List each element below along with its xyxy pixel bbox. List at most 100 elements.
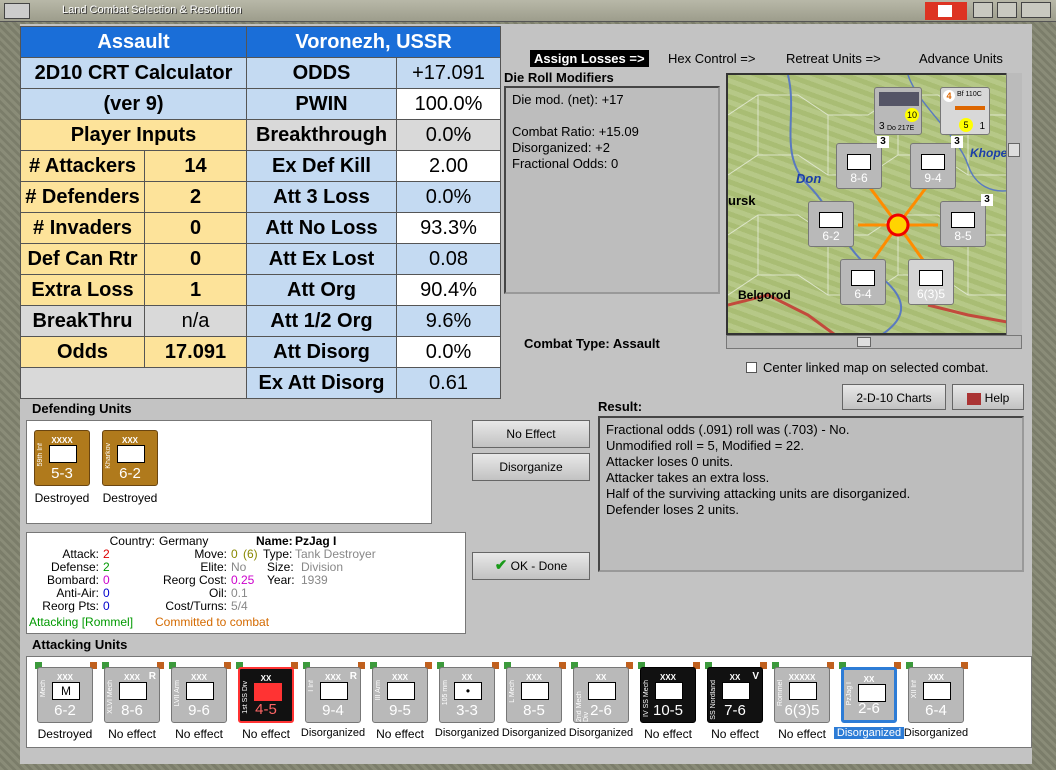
unit-status: No effect: [376, 727, 424, 741]
unit-status: No effect: [242, 727, 290, 741]
charts-button[interactable]: 2-D-10 Charts: [842, 384, 946, 410]
row-label: Ex Def Kill: [246, 150, 397, 182]
attacking-unit[interactable]: XXX III Arm 9-5: [372, 667, 428, 723]
row-value: 0.0%: [396, 181, 501, 213]
reorgpts-label: Reorg Pts:: [42, 599, 99, 613]
unit-status: No effect: [711, 727, 759, 741]
unit-name: XII Inf: [911, 680, 918, 699]
map-unit[interactable]: 6-4: [840, 259, 886, 305]
stack-count: 3: [877, 136, 889, 148]
attacking-unit[interactable]: XXX L Mech 8-5: [506, 667, 562, 723]
row-value: 0.0%: [396, 119, 501, 151]
row-value: n/a: [144, 305, 247, 337]
row-value: 0: [144, 243, 247, 275]
attacking-unit[interactable]: XXX I Inf R 9-4: [305, 667, 361, 723]
row-label: Def Can Rtr: [20, 243, 145, 275]
map-unit[interactable]: 6(3)5: [908, 259, 954, 305]
row-label: BreakThru: [20, 305, 145, 337]
ok-done-button[interactable]: ✔ OK - Done: [472, 552, 590, 580]
scroll-thumb[interactable]: [1008, 143, 1020, 157]
unit-symbol-icon: [387, 682, 415, 700]
combat-type-value: Assault: [612, 336, 660, 351]
map-unit[interactable]: 8-6 3: [836, 136, 889, 189]
maximize-icon[interactable]: [997, 2, 1017, 18]
map-unit[interactable]: 8-5 3: [940, 194, 993, 247]
row-label: Odds: [20, 336, 145, 368]
attacking-unit[interactable]: XXX LVII Arm 9-6: [171, 667, 227, 723]
tab-hex-control[interactable]: Hex Control =>: [668, 51, 755, 66]
attacking-unit[interactable]: XX SS Nordland V 7-6: [707, 667, 763, 723]
motorized-symbol-icon: [117, 445, 145, 463]
disorganize-button[interactable]: Disorganize: [472, 453, 590, 481]
defending-units-title: Defending Units: [32, 401, 132, 416]
attacking-unit[interactable]: XX 105 mm • 3-3: [439, 667, 495, 723]
map-unit-str: 6-4: [854, 287, 872, 301]
unit-symbol-icon: [919, 270, 943, 286]
attacking-unit[interactable]: XXX Mech M 6-2: [37, 667, 93, 723]
map-vertical-scrollbar[interactable]: [1006, 73, 1022, 335]
row-label: Att No Loss: [246, 212, 397, 244]
row-label: Att Ex Lost: [246, 243, 397, 275]
air-unit-number: 10: [905, 108, 919, 122]
bomber-icon: [879, 92, 919, 106]
unit-status: Disorganized: [903, 727, 969, 739]
map-horizontal-scrollbar[interactable]: [726, 335, 1022, 349]
help-button[interactable]: Help: [952, 384, 1024, 410]
unit-strength: 6(3)5: [784, 702, 820, 719]
die-roll-title: Die Roll Modifiers: [504, 70, 614, 85]
defending-unit[interactable]: XXXX 59th Inf 5-3: [34, 430, 90, 486]
unit-mark: R: [349, 671, 357, 682]
no-effect-button[interactable]: No Effect: [472, 420, 590, 448]
system-menu-icon[interactable]: [4, 3, 30, 19]
map-unit[interactable]: 9-4 3: [910, 136, 963, 189]
map-air-unit[interactable]: 4 Bf 110C 5 1: [940, 87, 990, 135]
map-label-belgorod: Belgorod: [738, 288, 791, 302]
attacking-unit[interactable]: XXXXX Rommel 6(3)5: [774, 667, 830, 723]
infantry-symbol-icon: [49, 445, 77, 463]
attacking-unit[interactable]: XXX XII Inf 6-4: [908, 667, 964, 723]
unit-strength: 10-5: [652, 702, 684, 719]
attacking-unit[interactable]: XXX XLVI Mech R 8-6: [104, 667, 160, 723]
unit-symbol-icon: [789, 682, 817, 700]
unit-name: 59th Inf: [37, 443, 44, 467]
unit-strength: 6-4: [925, 702, 947, 719]
combat-type-key: Combat Type:: [524, 336, 610, 351]
unit-status: Destroyed: [102, 491, 158, 505]
tab-assign-losses[interactable]: Assign Losses =>: [530, 50, 649, 67]
row-label: Extra Loss: [20, 274, 145, 306]
calc-version: (ver 9): [20, 88, 247, 120]
germany-flag-icon: [925, 2, 967, 20]
unit-name: III Arm: [375, 680, 382, 701]
map-unit-str: 6-2: [822, 229, 840, 243]
scroll-thumb[interactable]: [857, 337, 871, 347]
tab-retreat-units[interactable]: Retreat Units =>: [786, 51, 881, 66]
unit-strength: 4-5: [255, 701, 277, 718]
unit-symbol-icon: [851, 270, 875, 286]
row-value: 17.091: [144, 336, 247, 368]
defending-unit[interactable]: XXX Kharkov 6-2: [102, 430, 158, 486]
row-value: 14: [144, 150, 247, 182]
attacking-unit[interactable]: XX PzJag I 2-6: [841, 667, 897, 723]
map-air-unit[interactable]: 10 3 Do 217E: [874, 87, 922, 135]
unit-name: I Inf: [308, 680, 315, 692]
map-unit-str: 6(3)5: [916, 287, 945, 301]
unit-symbol-icon: [655, 682, 683, 700]
attacking-unit[interactable]: XXX IV SS Mech 10-5: [640, 667, 696, 723]
attacking-unit[interactable]: XX 1st SS Div 4-5: [238, 667, 294, 723]
minimize-icon[interactable]: [973, 2, 993, 18]
attacking-unit[interactable]: XX 2nd Mech Div 2-6: [573, 667, 629, 723]
map-unit[interactable]: 6-2: [808, 201, 854, 247]
unit-symbol-icon: M: [52, 682, 80, 700]
unit-mark: R: [148, 671, 156, 682]
center-map-checkbox[interactable]: [746, 362, 757, 373]
row-value: 2.00: [396, 150, 501, 182]
location-header: Voronezh, USSR: [246, 26, 501, 58]
mini-map[interactable]: Don ursk Belgorod Khope 10 3 Do 217E 4 B…: [726, 73, 1022, 335]
stack-count: 3: [981, 194, 993, 206]
player-inputs-header: Player Inputs: [20, 119, 247, 151]
map-unit-str: 9-4: [924, 171, 942, 185]
unit-status: No effect: [175, 727, 223, 741]
close-icon[interactable]: [1021, 2, 1051, 18]
row-label: # Attackers: [20, 150, 145, 182]
tab-advance-units[interactable]: Advance Units: [919, 51, 1003, 66]
